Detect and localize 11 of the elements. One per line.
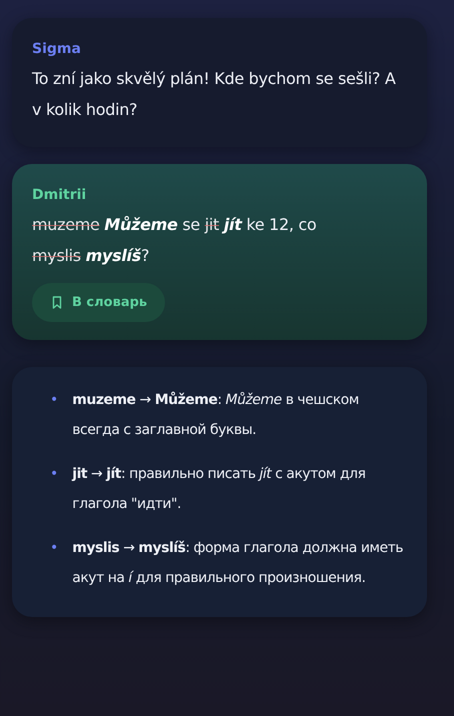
correction-note: jit → jít: правильно писать jít с акутом для глагола "идти".: [72, 465, 366, 514]
bullet: •: [50, 539, 58, 558]
bullet: •: [50, 465, 58, 484]
author-name: Dmitrii: [32, 187, 86, 203]
correction-note: myslis → myslíš: форма глагола должна иметь акут на í для правильного произношения.: [72, 539, 404, 588]
bookmark-icon: [52, 296, 62, 309]
bullet: •: [50, 391, 58, 410]
author-name: Sigma: [32, 41, 81, 57]
dictionary-button[interactable]: В словарь: [32, 283, 166, 322]
correction-note: muzeme → Můžeme: Můžeme в чешском всегда с заглавной буквы.: [72, 390, 360, 440]
message-text: To zní jako skvělý plán! Kde bychom se sešli? A v kolik hodin?: [32, 68, 396, 121]
